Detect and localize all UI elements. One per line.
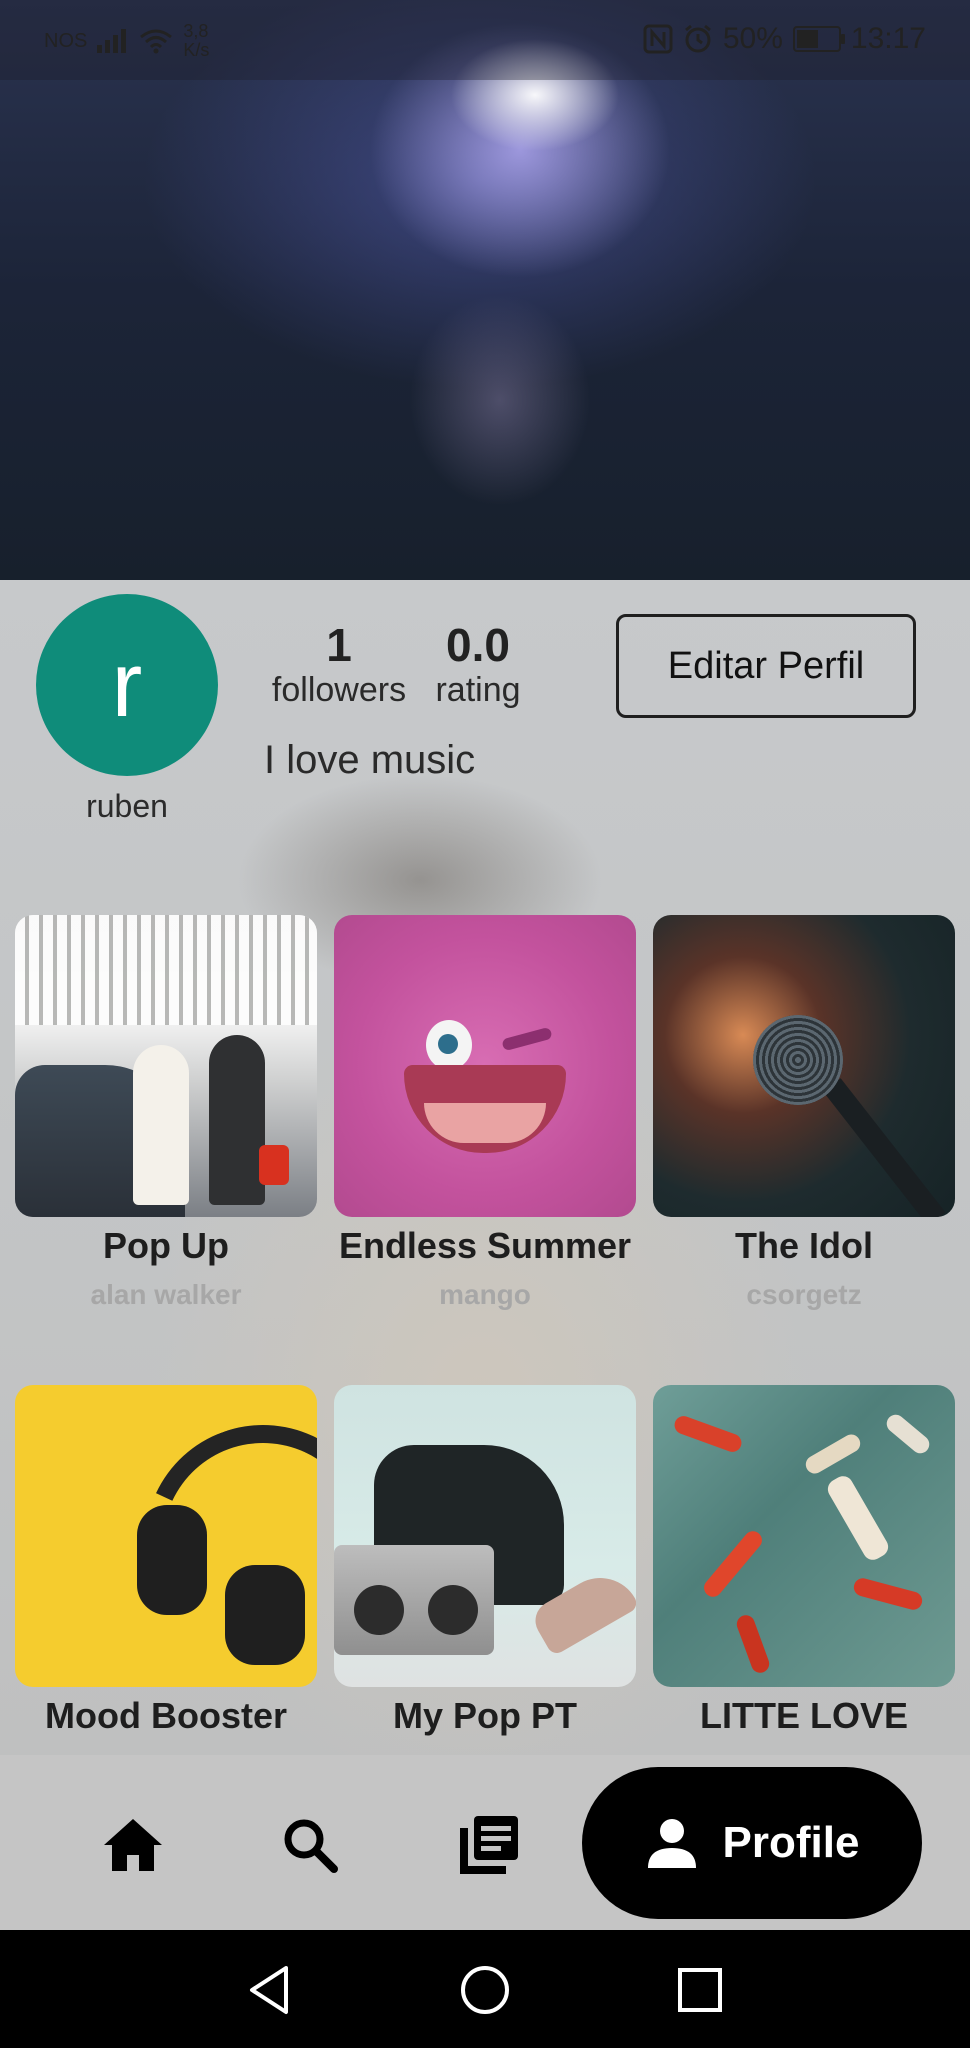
playlist-title: Endless Summer <box>338 1225 632 1266</box>
playlist-cover[interactable] <box>653 915 955 1217</box>
signal-icon <box>97 29 127 53</box>
status-left: NOS 3,8 K/s <box>44 22 209 60</box>
playlist-title: My Pop PT <box>392 1695 577 1736</box>
home-button-icon[interactable] <box>457 1962 513 2018</box>
recents-icon[interactable] <box>672 1962 728 2018</box>
playlist-title: LITTE LOVE <box>699 1695 908 1736</box>
back-icon[interactable] <box>242 1962 298 2018</box>
profile-cover-image <box>0 0 970 580</box>
profile-bio: I love music <box>264 738 476 782</box>
username: ruben <box>86 788 168 824</box>
playlist-cover[interactable] <box>653 1385 955 1687</box>
playlist-artist: mango <box>439 1279 531 1310</box>
profile-tab[interactable]: Profile <box>582 1767 922 1919</box>
playlist-card[interactable]: Pop Up alan walker <box>15 915 317 1311</box>
carrier-label: NOS <box>44 29 88 52</box>
playlist-card[interactable]: Endless Summer mango <box>334 915 636 1311</box>
status-bar: NOS 3,8 K/s 50% 13:17 <box>0 0 970 80</box>
battery-icon <box>792 26 845 52</box>
avatar-letter: r <box>111 633 143 736</box>
clock: 13:17 <box>850 22 926 55</box>
rating-stat: 0.0 rating <box>428 620 528 710</box>
followers-label: followers <box>271 671 407 709</box>
alarm-icon <box>684 24 711 53</box>
playlist-card[interactable]: LITTE LOVE <box>653 1385 955 1749</box>
system-nav-bar <box>0 1930 970 2048</box>
playlist-artist: alan walker <box>90 1279 242 1310</box>
rating-value: 0.0 <box>446 619 510 671</box>
playlist-card[interactable]: The Idol csorgetz <box>653 915 955 1311</box>
nfc-icon <box>643 24 673 54</box>
library-icon[interactable] <box>457 1813 521 1877</box>
profile-tab-label: Profile <box>722 1818 860 1867</box>
search-icon[interactable] <box>278 1813 342 1877</box>
network-speed-value: 3,8 <box>183 21 209 41</box>
avatar[interactable]: r <box>36 594 218 776</box>
wifi-icon <box>140 29 173 54</box>
edit-profile-button[interactable]: Editar Perfil <box>616 614 916 718</box>
status-right: 50% 13:17 <box>643 22 926 56</box>
playlist-title: The Idol <box>735 1225 873 1266</box>
playlist-title: Mood Booster <box>45 1695 287 1736</box>
home-icon[interactable] <box>101 1813 165 1877</box>
bottom-nav: Profile <box>0 1755 970 1930</box>
network-speed: 3,8 K/s <box>183 22 209 60</box>
playlist-artist: csorgetz <box>746 1279 862 1310</box>
playlist-cover[interactable] <box>334 915 636 1217</box>
playlist-cover[interactable] <box>15 1385 317 1687</box>
profile-content: r ruben 1 followers 0.0 rating I love mu… <box>0 580 970 1755</box>
battery-percent: 50% <box>722 22 783 55</box>
playlist-cover[interactable] <box>334 1385 636 1687</box>
network-speed-unit: K/s <box>183 40 210 60</box>
playlist-card[interactable]: My Pop PT <box>334 1385 636 1749</box>
playlist-cover[interactable] <box>15 915 317 1217</box>
playlist-title: Pop Up <box>103 1225 229 1266</box>
followers-count: 1 <box>326 619 352 671</box>
rating-label: rating <box>435 671 521 709</box>
playlist-card[interactable]: Mood Booster <box>15 1385 317 1749</box>
profile-icon <box>647 1819 696 1868</box>
followers-stat[interactable]: 1 followers <box>264 620 414 710</box>
